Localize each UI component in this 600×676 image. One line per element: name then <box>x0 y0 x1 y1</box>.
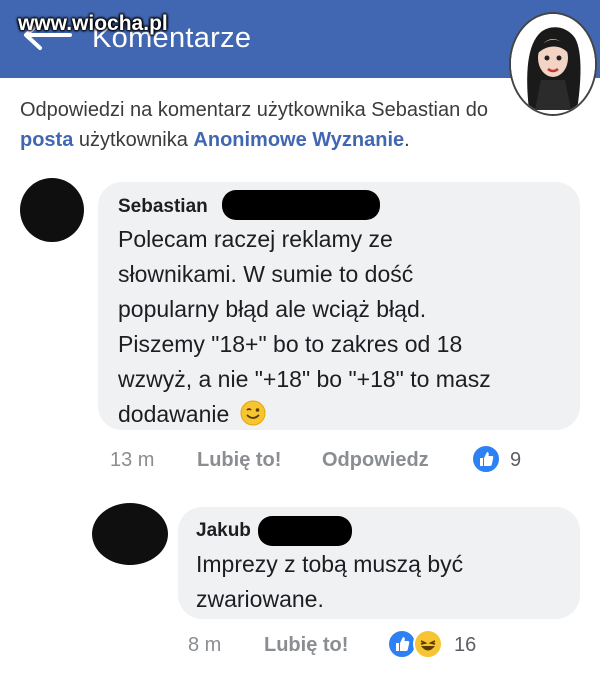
redacted-surname <box>258 516 352 546</box>
reply-button[interactable]: Odpowiedz <box>322 449 429 472</box>
comment-author[interactable]: Sebastian <box>118 196 208 218</box>
post-link[interactable]: posta <box>20 129 73 151</box>
reply-context: Odpowiedzi na komentarz użytkownika Seba… <box>20 95 580 155</box>
reaction-count[interactable]: 9 <box>510 449 521 472</box>
comment-text: Imprezy z tobą muszą być zwariowane. <box>196 551 464 612</box>
comment-author[interactable]: Jakub <box>196 520 251 542</box>
comment-time: 8 m <box>188 634 222 656</box>
redacted-surname <box>222 190 380 220</box>
like-button[interactable]: Lubię to! <box>197 449 281 472</box>
like-button[interactable]: Lubię to! <box>264 634 348 657</box>
context-prefix: Odpowiedzi na komentarz użytkownika Seba… <box>20 99 489 121</box>
comment-time: 13 m <box>110 449 155 471</box>
context-middle: użytkownika <box>78 129 188 151</box>
context-suffix: . <box>404 129 410 151</box>
commenter-avatar[interactable] <box>92 503 168 565</box>
comment-text: Polecam raczej reklamy ze słownikami. W … <box>118 226 491 427</box>
page-link[interactable]: Anonimowe Wyznanie <box>193 129 404 151</box>
wink-emoji-icon <box>240 400 266 426</box>
like-reaction-icon[interactable] <box>471 444 501 474</box>
reaction-count[interactable]: 16 <box>454 634 476 657</box>
commenter-avatar[interactable] <box>20 178 84 242</box>
haha-reaction-icon[interactable] <box>413 629 443 659</box>
site-watermark: www.wiocha.pl <box>18 12 168 35</box>
